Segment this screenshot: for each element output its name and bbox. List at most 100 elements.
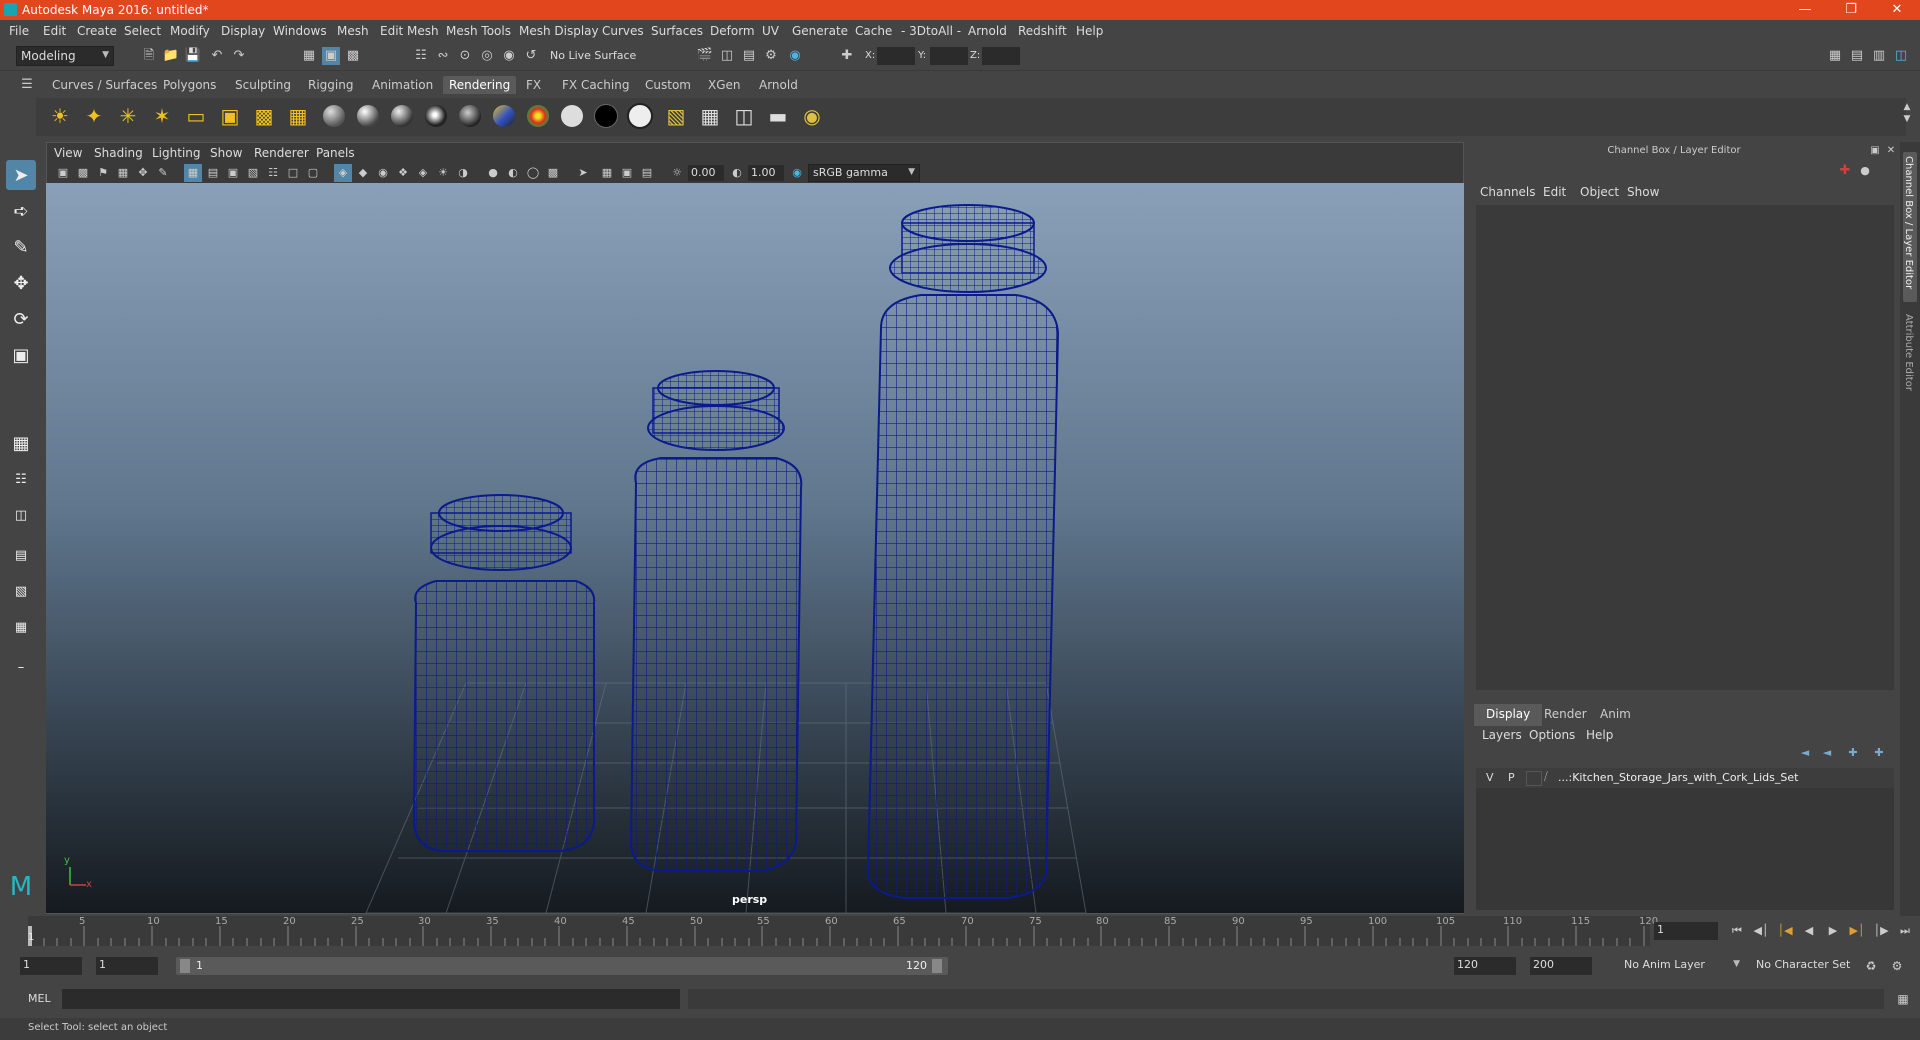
layer-visibility-toggle[interactable]: V bbox=[1486, 771, 1494, 784]
snap-live-icon[interactable]: ↺ bbox=[522, 47, 540, 65]
side-tab-attribute-editor[interactable]: Attribute Editor bbox=[1903, 310, 1917, 400]
animation-preferences-icon[interactable]: ⚙ bbox=[1888, 957, 1906, 975]
point-light-icon[interactable]: ✳ bbox=[114, 102, 142, 130]
persp-graph-layout-icon[interactable]: ▤ bbox=[6, 540, 36, 570]
shelf-tab-rigging[interactable]: Rigging bbox=[302, 76, 359, 94]
menu-modify[interactable]: Modify bbox=[170, 24, 210, 38]
black-shader-icon[interactable] bbox=[592, 102, 620, 130]
camera-aim-icon[interactable]: ▦ bbox=[284, 102, 312, 130]
menu-select[interactable]: Select bbox=[124, 24, 161, 38]
range-end-handle[interactable] bbox=[932, 959, 942, 973]
camera-attributes-icon[interactable]: ▩ bbox=[74, 164, 92, 182]
snap-surface-icon[interactable]: ◉ bbox=[500, 47, 518, 65]
step-back-key-icon[interactable]: │◀ bbox=[1776, 922, 1794, 940]
batch-render-icon[interactable]: ▬ bbox=[764, 102, 792, 130]
camera-icon[interactable]: ▩ bbox=[250, 102, 278, 130]
x-field[interactable] bbox=[877, 47, 915, 65]
y-field[interactable] bbox=[930, 47, 968, 65]
textured-icon[interactable]: ◈ bbox=[414, 164, 432, 182]
surface-shader-icon[interactable] bbox=[524, 102, 552, 130]
menu-uv[interactable]: UV bbox=[762, 24, 779, 38]
layer-name[interactable]: ...:Kitchen_Storage_Jars_with_Cork_Lids_… bbox=[1558, 771, 1798, 784]
gamma-icon[interactable]: ◐ bbox=[728, 164, 746, 182]
rotate-tool-icon[interactable]: ⟳ bbox=[6, 304, 36, 334]
2d-pan-zoom-icon[interactable]: ✥ bbox=[134, 164, 152, 182]
attribute-editor-toggle-icon[interactable]: ▤ bbox=[1848, 47, 1866, 65]
safe-action-icon[interactable]: □ bbox=[284, 164, 302, 182]
wireframe-shading-icon[interactable]: ◈ bbox=[334, 164, 352, 182]
smooth-shade-icon[interactable]: ◆ bbox=[354, 164, 372, 182]
menu-cache[interactable]: Cache bbox=[855, 24, 892, 38]
ramp-shader-icon[interactable] bbox=[490, 102, 518, 130]
hypershade-layout-icon[interactable]: ▦ bbox=[6, 612, 36, 642]
use-background-shader-icon[interactable] bbox=[626, 102, 654, 130]
white-shader-icon[interactable] bbox=[558, 102, 586, 130]
viewport-menu-show[interactable]: Show bbox=[210, 146, 242, 160]
exposure-field[interactable]: 0.00 bbox=[688, 165, 724, 181]
channel-box-pin-icon[interactable]: ● bbox=[1856, 162, 1874, 180]
play-backwards-icon[interactable]: ◀ bbox=[1800, 922, 1818, 940]
step-back-frame-icon[interactable]: ◀│ bbox=[1752, 922, 1770, 940]
resolution-gate-icon[interactable]: ▣ bbox=[224, 164, 242, 182]
lasso-tool-icon[interactable]: ➪ bbox=[6, 196, 36, 226]
field-chart-icon[interactable]: ☷ bbox=[264, 164, 282, 182]
channel-box-menu-channels[interactable]: Channels bbox=[1480, 185, 1536, 199]
phong-e-material-icon[interactable] bbox=[422, 102, 450, 130]
film-gate-icon[interactable]: ▤ bbox=[204, 164, 222, 182]
minimize-icon[interactable]: — bbox=[1782, 0, 1828, 20]
menu-redshift[interactable]: Redshift bbox=[1018, 24, 1067, 38]
default-material-icon[interactable]: ◉ bbox=[374, 164, 392, 182]
exposure-icon[interactable]: ☼ bbox=[668, 164, 686, 182]
menu-mesh[interactable]: Mesh bbox=[337, 24, 369, 38]
layer-menu-help[interactable]: Help bbox=[1586, 728, 1613, 742]
new-layer-from-selection-icon[interactable]: ✚ bbox=[1870, 744, 1888, 762]
menu-mesh-tools[interactable]: Mesh Tools bbox=[446, 24, 511, 38]
playback-start-field[interactable]: 1 bbox=[96, 957, 158, 975]
restore-icon[interactable]: ❐ bbox=[1828, 0, 1874, 20]
live-surface-label[interactable]: No Live Surface bbox=[550, 47, 650, 65]
menu-arnold[interactable]: Arnold bbox=[968, 24, 1007, 38]
range-start-handle[interactable] bbox=[180, 959, 190, 973]
layer-color-swatch[interactable]: ⧸ bbox=[1544, 770, 1548, 784]
perspective-viewport[interactable]: y x persp bbox=[46, 183, 1464, 913]
channel-box-menu-object[interactable]: Object bbox=[1580, 185, 1619, 199]
use-all-lights-icon[interactable]: ☀ bbox=[434, 164, 452, 182]
undo-icon[interactable]: ↶ bbox=[208, 47, 226, 65]
redo-icon[interactable]: ↷ bbox=[230, 47, 248, 65]
script-editor-icon[interactable]: ▦ bbox=[1894, 990, 1912, 1008]
shelf-menu-icon[interactable]: ☰ bbox=[18, 76, 36, 94]
xray-joints-icon[interactable]: ▣ bbox=[618, 164, 636, 182]
snap-point-icon[interactable]: ⊙ bbox=[456, 47, 474, 65]
color-space-dropdown[interactable]: sRGB gamma ▼ bbox=[808, 164, 920, 182]
animation-start-field[interactable]: 1 bbox=[20, 957, 82, 975]
safe-title-icon[interactable]: ▢ bbox=[304, 164, 322, 182]
xray-components-icon[interactable]: ▤ bbox=[638, 164, 656, 182]
select-hierarchy-icon[interactable]: ▦ bbox=[300, 47, 318, 65]
grease-pencil-icon[interactable]: ✎ bbox=[154, 164, 172, 182]
anti-aliasing-icon[interactable]: ◯ bbox=[524, 164, 542, 182]
layer-menu-layers[interactable]: Layers bbox=[1482, 728, 1522, 742]
range-slider[interactable]: 1 120 bbox=[176, 957, 948, 975]
gamma-field[interactable]: 1.00 bbox=[748, 165, 784, 181]
anisotropic-material-icon[interactable] bbox=[456, 102, 484, 130]
menu-display[interactable]: Display bbox=[221, 24, 265, 38]
menu-windows[interactable]: Windows bbox=[273, 24, 327, 38]
new-scene-icon[interactable]: 🗎 bbox=[140, 47, 158, 65]
layer-tab-anim[interactable]: Anim bbox=[1588, 704, 1643, 726]
menu-surfaces[interactable]: Surfaces bbox=[651, 24, 703, 38]
select-camera-icon[interactable]: ▣ bbox=[54, 164, 72, 182]
isolate-select-icon[interactable]: ➤ bbox=[574, 164, 592, 182]
channel-box-area[interactable] bbox=[1476, 205, 1894, 690]
shelf-tab-curves-surfaces[interactable]: Curves / Surfaces bbox=[46, 76, 163, 94]
ipr-render-icon[interactable]: ▤ bbox=[740, 47, 758, 65]
render-sequence-icon[interactable]: ◫ bbox=[730, 102, 758, 130]
color-management-icon[interactable]: ◉ bbox=[788, 164, 806, 182]
new-empty-layer-icon[interactable]: ✚ bbox=[1844, 744, 1862, 762]
mel-label[interactable]: MEL bbox=[28, 992, 51, 1005]
hypershade-icon[interactable]: ◉ bbox=[786, 47, 804, 65]
ambient-light-icon[interactable]: ☀ bbox=[46, 102, 74, 130]
viewport-canvas[interactable] bbox=[46, 183, 1464, 913]
viewport-menu-lighting[interactable]: Lighting bbox=[152, 146, 201, 160]
side-by-side-layout-icon[interactable]: ◫ bbox=[6, 500, 36, 530]
channel-box-menu-show[interactable]: Show bbox=[1627, 185, 1659, 199]
